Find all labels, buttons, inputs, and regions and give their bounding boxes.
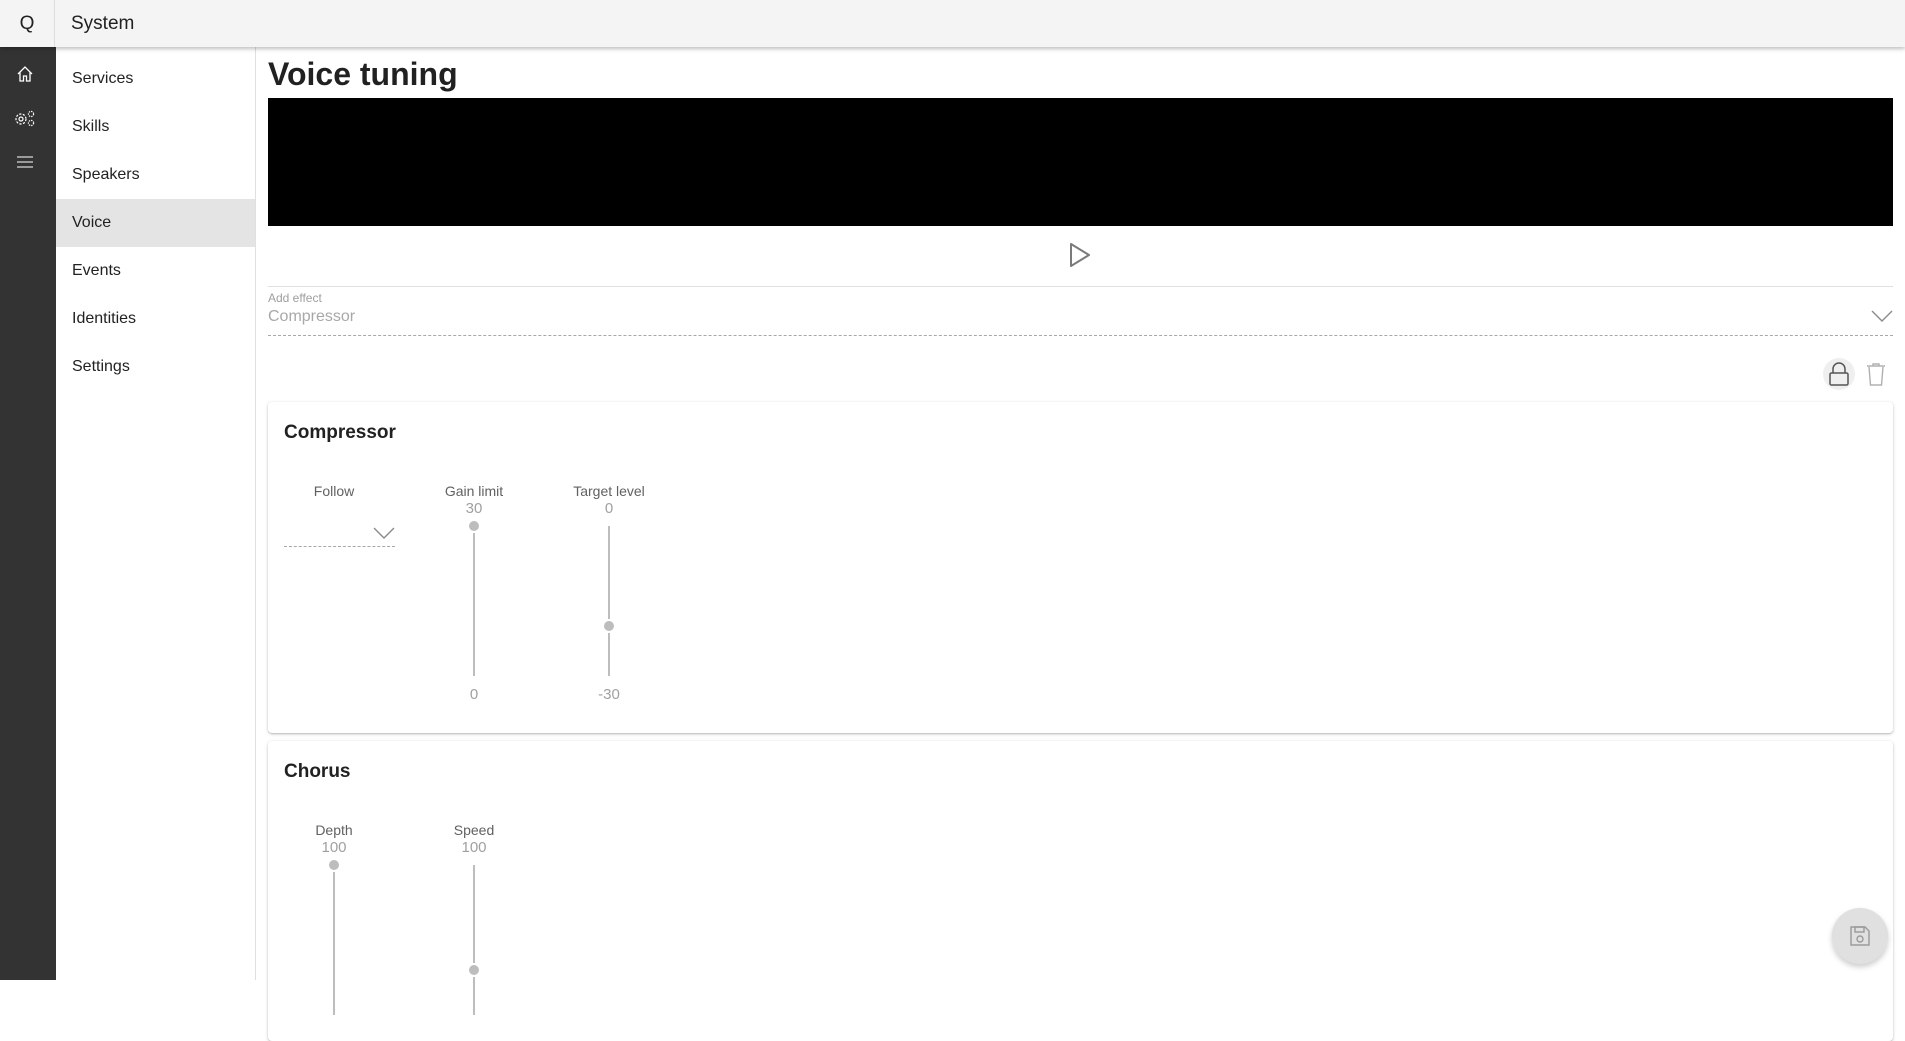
slider-control: Gain limit 30 0	[419, 482, 529, 703]
save-button[interactable]	[1832, 908, 1888, 964]
sidebar-item-events[interactable]: Events	[56, 247, 255, 295]
audio-visualizer	[268, 98, 1893, 226]
slider-min: 0	[469, 686, 479, 703]
slider-control: Target level 0 -30	[554, 482, 664, 703]
play-button[interactable]	[1067, 241, 1093, 269]
slider-knob[interactable]	[329, 860, 339, 870]
sidebar-item-settings[interactable]: Settings	[56, 343, 255, 391]
icon-rail	[0, 47, 56, 980]
add-effect-select[interactable]: Add effect Compressor	[268, 291, 1893, 336]
sidebar-item-voice[interactable]: Voice	[56, 199, 255, 247]
follow-label: Follow	[313, 483, 355, 499]
effect-card-chorus: Chorus Depth 100 Speed 100	[268, 741, 1893, 1041]
slider-track[interactable]	[473, 977, 475, 1015]
sidebar: Services Skills Speakers Voice Events Id…	[56, 47, 256, 980]
follow-control: Follow	[279, 482, 389, 500]
speed-slider[interactable]	[469, 821, 479, 1015]
slider-control: Speed 100	[419, 821, 529, 1015]
slider-knob[interactable]	[469, 521, 479, 531]
follow-select[interactable]	[284, 517, 395, 547]
slider-control: Depth 100	[279, 821, 389, 1015]
effect-title: Chorus	[284, 761, 351, 782]
sidebar-item-speakers[interactable]: Speakers	[56, 151, 255, 199]
page-title: Voice tuning	[268, 56, 458, 92]
gain-limit-slider[interactable]	[469, 482, 479, 676]
add-effect-value: Compressor	[268, 308, 356, 325]
slider-track[interactable]	[473, 865, 475, 963]
slider-knob[interactable]	[604, 621, 614, 631]
main-content: Voice tuning Add effect Compressor Compr…	[268, 47, 1893, 1041]
app-title: System	[71, 13, 135, 34]
slider-knob[interactable]	[469, 965, 479, 975]
divider	[268, 286, 1893, 287]
app-header: Q System	[0, 0, 1905, 47]
settings-gears-icon[interactable]	[13, 106, 37, 130]
target-level-slider[interactable]	[604, 482, 614, 676]
slider-track[interactable]	[608, 633, 610, 676]
home-icon[interactable]	[13, 62, 37, 86]
slider-track[interactable]	[608, 526, 610, 619]
chevron-down-icon	[373, 527, 395, 539]
sidebar-item-services[interactable]: Services	[56, 55, 255, 103]
depth-slider[interactable]	[329, 821, 339, 1015]
chevron-down-icon	[1871, 309, 1893, 327]
effect-title: Compressor	[284, 422, 396, 443]
delete-button[interactable]	[1864, 358, 1888, 390]
sidebar-item-skills[interactable]: Skills	[56, 103, 255, 151]
slider-min: -30	[598, 686, 620, 703]
lock-button[interactable]	[1823, 358, 1855, 390]
save-icon	[1850, 926, 1870, 946]
menu-icon[interactable]	[13, 150, 37, 174]
sidebar-item-identities[interactable]: Identities	[56, 295, 255, 343]
slider-track[interactable]	[333, 872, 335, 1015]
add-effect-label: Add effect	[268, 291, 322, 305]
effect-card-compressor: Compressor Follow Gain limit 30 0 Target…	[268, 402, 1893, 733]
app-logo[interactable]: Q	[0, 0, 55, 47]
slider-track[interactable]	[473, 533, 475, 676]
